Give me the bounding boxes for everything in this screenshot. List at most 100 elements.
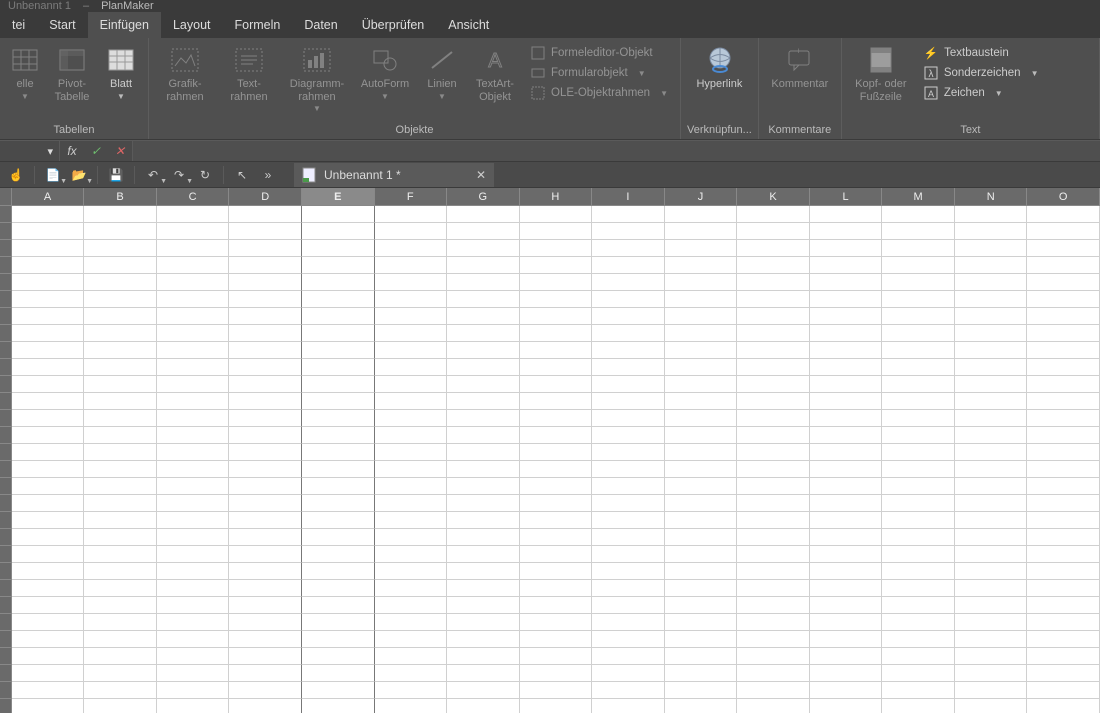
- cell[interactable]: [882, 665, 955, 682]
- cell[interactable]: [737, 563, 810, 580]
- cell[interactable]: [302, 512, 375, 529]
- cell[interactable]: [737, 631, 810, 648]
- cell[interactable]: [810, 240, 883, 257]
- menu-start[interactable]: Start: [37, 12, 87, 38]
- row-header[interactable]: [0, 631, 12, 648]
- cell[interactable]: [12, 223, 85, 240]
- cell[interactable]: [520, 308, 593, 325]
- cell[interactable]: [955, 427, 1028, 444]
- cell[interactable]: [447, 444, 520, 461]
- cell[interactable]: [737, 359, 810, 376]
- cell[interactable]: [302, 580, 375, 597]
- cell[interactable]: [84, 648, 157, 665]
- cell[interactable]: [375, 308, 448, 325]
- cell[interactable]: [447, 648, 520, 665]
- cell[interactable]: [12, 359, 85, 376]
- cell[interactable]: [665, 376, 738, 393]
- cell[interactable]: [12, 631, 85, 648]
- cell[interactable]: [375, 546, 448, 563]
- row-header[interactable]: [0, 359, 12, 376]
- cell[interactable]: [12, 682, 85, 699]
- cell[interactable]: [12, 342, 85, 359]
- cell[interactable]: [592, 614, 665, 631]
- cell[interactable]: [955, 461, 1028, 478]
- cell[interactable]: [302, 699, 375, 713]
- row-header[interactable]: [0, 614, 12, 631]
- cell[interactable]: [520, 342, 593, 359]
- textrahmen-button[interactable]: Text- rahmen: [219, 42, 279, 104]
- cell[interactable]: [520, 495, 593, 512]
- cell[interactable]: [1027, 444, 1100, 461]
- blatt-button[interactable]: Blatt▼: [100, 42, 142, 104]
- cell[interactable]: [665, 410, 738, 427]
- cell[interactable]: [882, 410, 955, 427]
- cell[interactable]: [810, 597, 883, 614]
- cell[interactable]: [157, 546, 230, 563]
- column-header-B[interactable]: B: [84, 188, 157, 206]
- autoform-button[interactable]: AutoForm▼: [355, 42, 415, 104]
- cell[interactable]: [520, 614, 593, 631]
- column-header-O[interactable]: O: [1027, 188, 1100, 206]
- cell[interactable]: [955, 325, 1028, 342]
- cell[interactable]: [157, 291, 230, 308]
- cell[interactable]: [1027, 393, 1100, 410]
- cell[interactable]: [1027, 359, 1100, 376]
- cell[interactable]: [810, 461, 883, 478]
- cell[interactable]: [810, 478, 883, 495]
- cell[interactable]: [810, 359, 883, 376]
- cell[interactable]: [447, 291, 520, 308]
- cell[interactable]: [229, 529, 302, 546]
- cell[interactable]: [737, 682, 810, 699]
- cell[interactable]: [375, 444, 448, 461]
- cell[interactable]: [447, 410, 520, 427]
- cell[interactable]: [955, 699, 1028, 713]
- cell[interactable]: [447, 308, 520, 325]
- cell[interactable]: [375, 461, 448, 478]
- cell[interactable]: [84, 546, 157, 563]
- row-header[interactable]: [0, 206, 12, 223]
- row-header[interactable]: [0, 376, 12, 393]
- row-header[interactable]: [0, 444, 12, 461]
- row-header[interactable]: [0, 478, 12, 495]
- cell[interactable]: [302, 563, 375, 580]
- cell[interactable]: [520, 325, 593, 342]
- cell[interactable]: [592, 665, 665, 682]
- column-header-C[interactable]: C: [157, 188, 230, 206]
- select-all-corner[interactable]: [0, 188, 12, 206]
- formula-cancel-button[interactable]: ✕: [108, 141, 132, 161]
- cell[interactable]: [810, 291, 883, 308]
- formularobjekt-button[interactable]: Formularobjekt ▼: [525, 64, 674, 82]
- menu-formeln[interactable]: Formeln: [223, 12, 293, 38]
- cell[interactable]: [229, 359, 302, 376]
- cell[interactable]: [157, 257, 230, 274]
- diagrammrahmen-button[interactable]: Diagramm- rahmen▼: [283, 42, 351, 113]
- cell[interactable]: [592, 376, 665, 393]
- cell[interactable]: [592, 563, 665, 580]
- kopf-fusszeile-button[interactable]: Kopf- oder Fußzeile: [848, 42, 914, 104]
- cell[interactable]: [302, 682, 375, 699]
- cell[interactable]: [955, 359, 1028, 376]
- cell[interactable]: [955, 495, 1028, 512]
- cell[interactable]: [447, 580, 520, 597]
- cell[interactable]: [12, 257, 85, 274]
- row-header[interactable]: [0, 393, 12, 410]
- cell[interactable]: [592, 291, 665, 308]
- cell[interactable]: [12, 308, 85, 325]
- cell[interactable]: [84, 376, 157, 393]
- row-header[interactable]: [0, 597, 12, 614]
- cell[interactable]: [229, 580, 302, 597]
- menu-einfuegen[interactable]: Einfügen: [88, 12, 161, 38]
- cell[interactable]: [592, 495, 665, 512]
- cell[interactable]: [157, 444, 230, 461]
- cell[interactable]: [520, 444, 593, 461]
- cell[interactable]: [1027, 461, 1100, 478]
- cell[interactable]: [375, 512, 448, 529]
- cell[interactable]: [592, 240, 665, 257]
- cell[interactable]: [592, 359, 665, 376]
- cell[interactable]: [810, 563, 883, 580]
- cell[interactable]: [955, 308, 1028, 325]
- cell[interactable]: [302, 410, 375, 427]
- cell[interactable]: [12, 206, 85, 223]
- cell[interactable]: [592, 512, 665, 529]
- cell[interactable]: [375, 427, 448, 444]
